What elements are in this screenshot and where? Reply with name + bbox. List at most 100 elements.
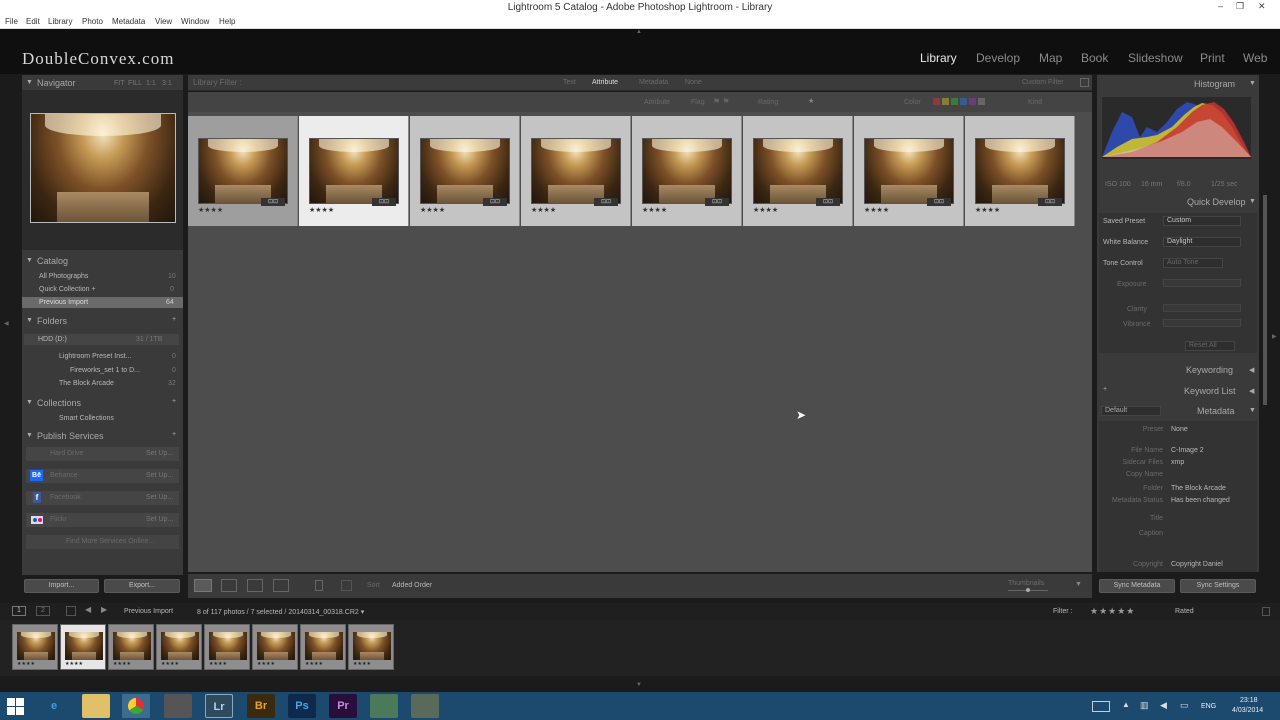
rating-stars[interactable]: ★★★★	[198, 206, 223, 214]
grid-cell[interactable]: ★★★★ ⊡⊡	[965, 116, 1075, 226]
filmstrip-photo[interactable]	[65, 632, 103, 660]
publish-behance[interactable]: Bē Behance Set Up...	[26, 469, 179, 483]
metadata-value[interactable]: Has been changed	[1171, 497, 1230, 504]
import-button[interactable]: Import...	[24, 579, 99, 593]
metadata-value[interactable]: xmp	[1171, 459, 1184, 466]
filmstrip-photo[interactable]	[161, 632, 199, 660]
menu-window[interactable]: Window	[181, 17, 209, 26]
collapse-filmstrip-icon[interactable]: ▼	[636, 682, 642, 688]
minimize-button[interactable]: –	[1218, 1, 1223, 11]
flag-icons[interactable]: ⚑ ⚑	[713, 97, 743, 107]
lightroom-icon[interactable]: Lr	[205, 694, 233, 718]
collapse-metadata-icon[interactable]: ▼	[1249, 407, 1256, 414]
metadata-value[interactable]: None	[1171, 426, 1188, 433]
secondary-window-icon[interactable]: 2	[36, 606, 50, 616]
collapse-quick-develop-icon[interactable]: ▼	[1249, 198, 1256, 205]
filmstrip-thumbnail[interactable]: ★★★★	[12, 624, 58, 670]
bridge-icon[interactable]: Br	[247, 694, 275, 718]
catalog-all-photographs[interactable]: All Photographs	[39, 273, 88, 280]
badge-icon[interactable]: ⊡⊡	[261, 198, 285, 206]
right-panel-scrollbar[interactable]	[1263, 195, 1267, 405]
clock-date[interactable]: 4/03/2014	[1232, 707, 1263, 714]
filmstrip-thumbnail[interactable]: ★★★★	[60, 624, 106, 670]
add-folder-icon[interactable]: +	[172, 316, 176, 323]
app-icon[interactable]	[164, 694, 192, 718]
publish-setup[interactable]: Set Up...	[146, 472, 173, 479]
publish-hard-drive[interactable]: Hard Drive Set Up...	[26, 447, 179, 461]
collapse-collections-icon[interactable]: ▼	[26, 399, 33, 406]
badge-icon[interactable]: ⊡⊡	[705, 198, 729, 206]
language-indicator[interactable]: ENG	[1201, 703, 1216, 710]
sort-value[interactable]: Added Order	[392, 582, 432, 589]
loupe-view-icon[interactable]	[221, 579, 237, 592]
collapse-folders-icon[interactable]: ▼	[26, 317, 33, 324]
filter-preset[interactable]: Custom Filter	[1022, 79, 1064, 86]
export-button[interactable]: Export...	[104, 579, 180, 593]
filmstrip-lock-icon[interactable]	[1262, 607, 1270, 616]
collapse-navigator-icon[interactable]: ▼	[26, 79, 33, 86]
color-red-swatch[interactable]	[933, 98, 940, 105]
filmstrip-photo[interactable]	[209, 632, 247, 660]
compare-view-icon[interactable]	[247, 579, 263, 592]
battery-icon[interactable]: ▭	[1180, 700, 1189, 711]
publish-setup[interactable]: Set Up...	[146, 516, 173, 523]
filmstrip-photo[interactable]	[305, 632, 343, 660]
histogram-area[interactable]	[1102, 97, 1251, 159]
grid-view-icon[interactable]	[194, 579, 212, 592]
metadata-preset-select[interactable]: Default	[1101, 406, 1161, 416]
badge-icon[interactable]: ⊡⊡	[594, 198, 618, 206]
catalog-previous-import[interactable]: Previous Import 64	[22, 297, 183, 308]
publish-facebook[interactable]: f Facebook Set Up...	[26, 491, 179, 505]
folder-item[interactable]: Fireworks_set 1 to D...	[70, 367, 140, 374]
photo-thumbnail[interactable]	[642, 138, 732, 204]
zoom-fill[interactable]: FILL	[128, 80, 142, 87]
vibrance-buttons[interactable]	[1163, 319, 1241, 327]
back-arrow-icon[interactable]: ◀	[85, 605, 91, 614]
rating-stars[interactable]: ★★★★	[642, 206, 667, 214]
publish-setup[interactable]: Set Up...	[146, 494, 173, 501]
app-icon[interactable]	[370, 694, 398, 718]
collapse-histogram-icon[interactable]: ▼	[1249, 80, 1256, 87]
auto-tone-button[interactable]: Auto Tone	[1163, 258, 1223, 268]
grid-cell[interactable]: ★★★★ ⊡⊡	[743, 116, 853, 226]
network-icon[interactable]: ▥	[1140, 700, 1149, 711]
rated-filter-label[interactable]: Rated	[1175, 608, 1194, 615]
color-blue-swatch[interactable]	[960, 98, 967, 105]
file-explorer-icon[interactable]	[82, 694, 110, 718]
module-library[interactable]: Library	[920, 51, 957, 65]
grid-cell[interactable]: ★★★★ ⊡⊡	[188, 116, 298, 226]
premiere-icon[interactable]: Pr	[329, 694, 357, 718]
filmstrip-photo[interactable]	[113, 632, 151, 660]
badge-icon[interactable]: ⊡⊡	[1038, 198, 1062, 206]
white-balance-select[interactable]: Daylight	[1163, 237, 1241, 247]
menu-edit[interactable]: Edit	[26, 17, 40, 26]
expand-keywording-icon[interactable]: ◀	[1249, 366, 1254, 374]
toolbar-menu-icon[interactable]: ▼	[1075, 581, 1082, 588]
zoom-fit[interactable]: FIT	[114, 80, 125, 87]
menu-metadata[interactable]: Metadata	[112, 17, 145, 26]
menu-photo[interactable]: Photo	[82, 17, 103, 26]
menu-file[interactable]: File	[5, 17, 18, 26]
volume-icon[interactable]: ◀	[1160, 700, 1167, 711]
close-button[interactable]: ✕	[1258, 1, 1266, 12]
saved-preset-select[interactable]: Custom	[1163, 216, 1241, 226]
expand-keyword-list-icon[interactable]: ◀	[1249, 387, 1254, 395]
publish-flickr[interactable]: Flickr Set Up...	[26, 513, 179, 527]
folder-item[interactable]: Lightroom Preset Inst...	[59, 353, 131, 360]
module-book[interactable]: Book	[1081, 51, 1108, 65]
rating-stars[interactable]: ★★★★	[975, 206, 1000, 214]
reset-all-button[interactable]: Reset All	[1185, 341, 1235, 351]
color-green-swatch[interactable]	[951, 98, 958, 105]
badge-icon[interactable]: ⊡⊡	[483, 198, 507, 206]
collapse-right-icon[interactable]: ▶	[1272, 333, 1277, 340]
app-icon[interactable]	[411, 694, 439, 718]
find-more-services-button[interactable]: Find More Services Online...	[26, 535, 179, 549]
rating-stars[interactable]: ★★★★	[420, 206, 445, 214]
metadata-value[interactable]: The Block Arcade	[1171, 485, 1226, 492]
navigator-image[interactable]	[30, 113, 176, 223]
module-web[interactable]: Web	[1243, 51, 1267, 65]
grid-cell[interactable]: ★★★★ ⊡⊡	[632, 116, 742, 226]
module-slideshow[interactable]: Slideshow	[1128, 51, 1183, 65]
rating-filter-stars[interactable]: ★★★★★	[1090, 606, 1135, 617]
photo-thumbnail[interactable]	[753, 138, 843, 204]
